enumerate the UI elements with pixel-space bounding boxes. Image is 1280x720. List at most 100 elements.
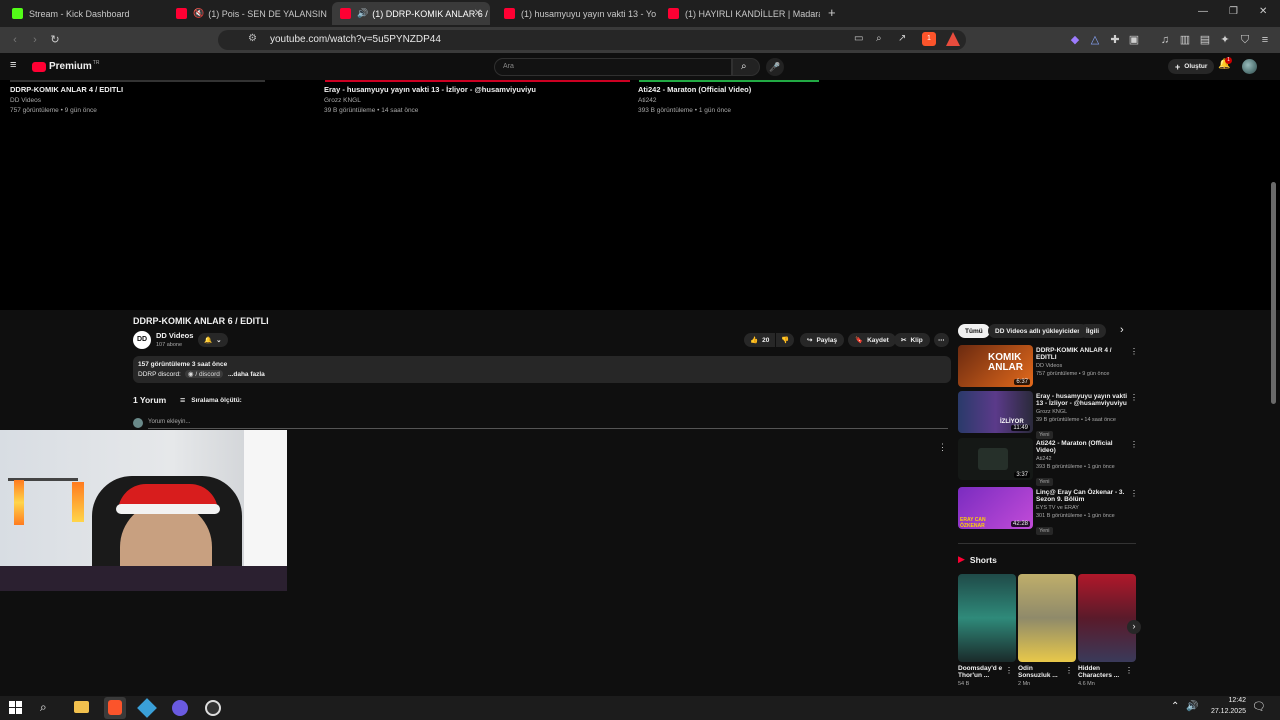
sidebar-video-info[interactable]: Linç@ Eray Can Özkenar - 3. Sezon 9. Böl…	[1036, 489, 1128, 537]
volume-icon[interactable]: 🔊	[1186, 701, 1198, 712]
address-bar[interactable]: ⚙ youtube.com/watch?v=5u5PYNZDP44 ▭ ⌕ ↗ …	[218, 30, 966, 50]
search-button[interactable]: ⌕	[732, 58, 760, 76]
share-icon[interactable]: ↗	[898, 33, 906, 44]
screenshot-icon[interactable]: ▣	[1127, 33, 1141, 47]
discord-icon[interactable]	[172, 700, 188, 716]
short-item[interactable]: Odin Sonsuzluk ... 2 Mn	[1018, 665, 1064, 687]
share-button[interactable]: ↪ Paylaş	[800, 333, 845, 347]
obs-icon[interactable]	[205, 700, 221, 716]
zoom-icon[interactable]: ⌕	[876, 33, 882, 44]
discord-link[interactable]: ◉ / discord	[184, 370, 223, 378]
short-thumbnail[interactable]	[958, 574, 1016, 662]
brave-browser-icon[interactable]	[108, 700, 122, 715]
browser-tab[interactable]: Stream - Kick Dashboard	[4, 2, 164, 25]
top-video-card[interactable]: Eray - husamyuyu yayın vakti 13 - İzliyo…	[324, 85, 629, 114]
more-actions-button[interactable]: ⋯	[934, 333, 949, 347]
short-thumbnail[interactable]	[1078, 574, 1136, 662]
sidebar-video-info[interactable]: Eray - husamyuyu yayın vakti 13 - İzliyo…	[1036, 393, 1128, 441]
more-options-icon[interactable]: ⋮	[1005, 666, 1013, 675]
voice-search-icon[interactable]: 🎤	[766, 58, 784, 76]
close-window-button[interactable]: ✕	[1259, 6, 1267, 17]
mute-icon[interactable]: 🔇	[193, 8, 204, 19]
account-avatar[interactable]	[1242, 59, 1257, 74]
description-box[interactable]: 157 görüntüleme 3 saat önce DDRP discord…	[133, 356, 951, 383]
guide-menu-icon[interactable]: ≡	[10, 59, 16, 71]
sidebar-icon[interactable]: ▥	[1178, 33, 1192, 47]
channel-avatar[interactable]: DD	[133, 331, 151, 349]
youtube-logo[interactable]: Premium TR	[32, 60, 99, 72]
short-thumbnail[interactable]	[1018, 574, 1076, 662]
subscribe-bell-button[interactable]: 🔔 ⌄	[198, 333, 228, 347]
start-icon[interactable]	[9, 701, 22, 714]
chevron-right-icon[interactable]: ›	[1120, 324, 1124, 336]
forward-icon[interactable]: ›	[28, 33, 42, 47]
clock-date[interactable]: 27.12.2025	[1200, 708, 1246, 715]
search-input[interactable]: Ara	[494, 58, 732, 76]
sidebar-video-info[interactable]: DDRP-KOMIK ANLAR 4 / EDITLI DD Videos 75…	[1036, 347, 1128, 377]
short-item[interactable]: Hidden Characters ... 4.6 Mn	[1078, 665, 1124, 687]
chip-all[interactable]: Tümü	[958, 324, 990, 338]
create-button[interactable]: + Oluştur	[1168, 59, 1215, 74]
browser-tab[interactable]: (1) HAYIRLI KANDİLLER | Madara Old	[660, 2, 820, 25]
more-options-icon[interactable]: ⋮	[1130, 440, 1138, 449]
player-area[interactable]: DDRP-KOMIK ANLAR 4 / EDITLI DD Videos 75…	[0, 80, 1280, 310]
more-options-icon[interactable]: ⋮	[1130, 393, 1138, 402]
comment-options-icon[interactable]: ⋮	[938, 442, 947, 453]
short-item[interactable]: Doomsday'd e Thor'un ... 54 B	[958, 665, 1004, 687]
extensions-puzzle-icon[interactable]: ✚	[1108, 33, 1122, 47]
sidebar-thumbnail[interactable]: İZLİYOR 11:49	[958, 391, 1033, 433]
minimize-button[interactable]: —	[1198, 6, 1208, 17]
media-icon[interactable]: ♫	[1158, 33, 1172, 47]
shorts-next-icon[interactable]: ›	[1127, 620, 1141, 634]
sidebar-video-info[interactable]: Ati242 - Maraton (Official Video) Ati242…	[1036, 440, 1128, 488]
top-video-card[interactable]: Ati242 - Maraton (Official Video) Ati242…	[638, 85, 938, 114]
close-tab-icon[interactable]: ✕	[474, 8, 482, 19]
file-explorer-icon[interactable]	[74, 701, 89, 713]
tab-title: Stream - Kick Dashboard	[29, 8, 130, 19]
site-settings-icon[interactable]: ⚙	[248, 33, 257, 44]
channel-name[interactable]: DD Videos	[156, 331, 193, 340]
restore-button[interactable]: ❐	[1229, 6, 1238, 17]
menu-icon[interactable]: ≡	[1258, 33, 1272, 47]
notification-center-icon[interactable]: 🗨	[1252, 700, 1266, 713]
vpn-shield-icon[interactable]: ⛉	[1238, 33, 1252, 47]
extension-icon[interactable]: ◆	[1068, 33, 1082, 47]
like-button[interactable]: 👍 20	[744, 333, 776, 347]
url-text[interactable]: youtube.com/watch?v=5u5PYNZDP44	[270, 34, 441, 45]
chip-related[interactable]: İlgili	[1079, 324, 1106, 338]
comment-input[interactable]: Yorum ekleyin...	[148, 419, 948, 429]
sidebar-thumbnail[interactable]: ERAY CAN ÖZKENAR 42:28	[958, 487, 1033, 529]
chip-from-uploader[interactable]: DD Videos adlı yükleyiciden	[988, 324, 1089, 338]
audio-icon[interactable]: 🔊	[357, 8, 368, 19]
sidebar-thumbnail[interactable]: KOMIK ANLAR 6:37	[958, 345, 1033, 387]
reload-icon[interactable]: ↻	[48, 33, 62, 47]
dislike-button[interactable]: 👎	[776, 333, 795, 347]
tray-chevron-icon[interactable]: ⌃	[1171, 701, 1179, 712]
more-options-icon[interactable]: ⋮	[1130, 347, 1138, 356]
sidebar-thumbnail[interactable]: 3:37	[958, 438, 1033, 480]
cast-icon[interactable]: ▭	[854, 33, 863, 44]
wallet-icon[interactable]: ▤	[1198, 33, 1212, 47]
browser-tab-active[interactable]: 🔊 (1) DDRP-KOMIK ANLAR 6 / E ✕	[332, 2, 490, 25]
search-icon[interactable]: ⌕	[40, 700, 47, 715]
clip-button[interactable]: ✂ Klip	[894, 333, 930, 347]
more-options-icon[interactable]: ⋮	[1065, 666, 1073, 675]
top-video-card[interactable]: DDRP-KOMIK ANLAR 4 / EDITLI DD Videos 75…	[10, 85, 310, 114]
more-options-icon[interactable]: ⋮	[1125, 666, 1133, 675]
save-button[interactable]: 🔖 Kaydet	[848, 333, 896, 347]
brave-shield-icon[interactable]: 1	[922, 32, 936, 46]
sort-button[interactable]: ≡ Sıralama ölçütü:	[180, 395, 242, 405]
new-tab-button[interactable]: +	[828, 5, 836, 20]
brave-rewards-icon[interactable]	[946, 32, 960, 46]
tab-title: (1) husamyuyu yayın vakti 13 - YouTu	[521, 8, 656, 19]
app-icon[interactable]	[137, 698, 157, 718]
show-more-link[interactable]: ...daha fazla	[228, 371, 265, 378]
vpn-icon[interactable]: △	[1088, 33, 1102, 47]
page-scrollbar[interactable]	[1271, 182, 1276, 404]
browser-tab[interactable]: (1) husamyuyu yayın vakti 13 - YouTu	[496, 2, 656, 25]
leo-ai-icon[interactable]: ✦	[1218, 33, 1232, 47]
back-icon[interactable]: ‹	[8, 33, 22, 47]
browser-tab[interactable]: 🔇 (1) Pois - SEN DE YALANSIN (Offi	[168, 2, 328, 25]
more-options-icon[interactable]: ⋮	[1130, 489, 1138, 498]
clock-time[interactable]: 12:42	[1206, 697, 1246, 704]
